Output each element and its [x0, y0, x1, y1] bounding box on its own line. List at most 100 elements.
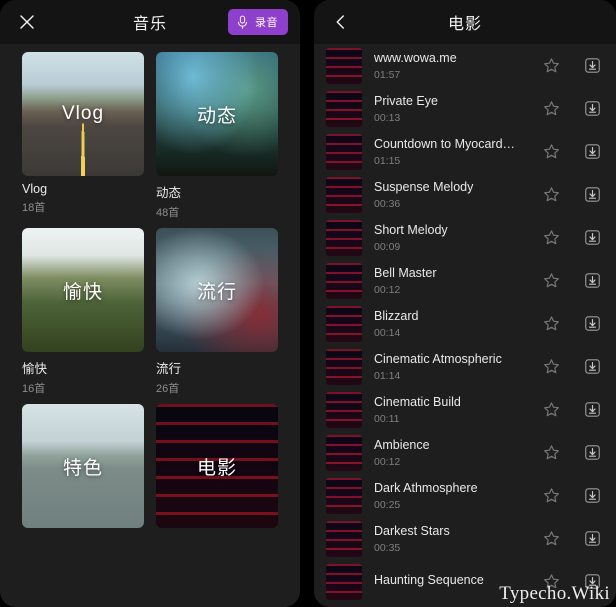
category-card[interactable]: 动态 动态 48首: [156, 52, 278, 220]
download-icon[interactable]: [583, 185, 602, 204]
download-icon[interactable]: [583, 56, 602, 75]
track-meta: Darkest Stars 00:35: [374, 524, 534, 554]
track-actions: [542, 529, 602, 548]
track-row[interactable]: Haunting Sequence: [314, 560, 616, 603]
track-meta: Private Eye 00:13: [374, 94, 534, 124]
category-card[interactable]: 特色: [22, 404, 144, 528]
download-icon[interactable]: [583, 228, 602, 247]
category-overlay-label: 流行: [196, 281, 237, 303]
category-overlay-label: 电影: [196, 457, 237, 479]
track-duration: 01:14: [374, 369, 401, 382]
page-title: 音乐: [132, 16, 167, 33]
track-thumbnail: [326, 219, 362, 256]
star-outline-icon[interactable]: [542, 486, 561, 505]
category-grid: Vlog Vlog 18首 动态 动态 48首 愉快 愉快 16首 流行 流行 …: [0, 44, 300, 536]
track-meta: Bell Master 00:12: [374, 266, 534, 296]
chevron-left-icon: [336, 15, 344, 29]
track-duration: 00:14: [374, 326, 401, 339]
track-row[interactable]: Suspense Melody 00:36: [314, 173, 616, 216]
star-outline-icon[interactable]: [542, 99, 561, 118]
category-count: 18首: [22, 202, 46, 214]
star-outline-icon[interactable]: [542, 142, 561, 161]
track-duration: 00:09: [374, 240, 401, 253]
track-duration: 00:13: [374, 111, 401, 124]
record-button-label: 录音: [255, 17, 278, 29]
track-duration: 00:11: [374, 412, 400, 425]
download-icon[interactable]: [583, 271, 602, 290]
track-thumbnail: [326, 563, 362, 600]
star-outline-icon[interactable]: [542, 400, 561, 419]
microphone-icon: [238, 15, 248, 29]
category-count: 48首: [156, 207, 180, 219]
track-row[interactable]: Blizzard 00:14: [314, 302, 616, 345]
download-icon[interactable]: [583, 314, 602, 333]
category-count: 26首: [156, 383, 180, 395]
track-row[interactable]: Darkest Stars 00:35: [314, 517, 616, 560]
star-outline-icon[interactable]: [542, 529, 561, 548]
download-icon[interactable]: [583, 142, 602, 161]
download-icon[interactable]: [583, 357, 602, 376]
track-row[interactable]: Short Melody 00:09: [314, 216, 616, 259]
download-icon[interactable]: [583, 443, 602, 462]
category-overlay-label: 动态: [196, 105, 237, 127]
track-thumbnail: [326, 391, 362, 428]
category-grid-scroll[interactable]: Vlog Vlog 18首 动态 动态 48首 愉快 愉快 16首 流行 流行 …: [0, 44, 300, 607]
track-duration: 00:25: [374, 498, 401, 511]
star-outline-icon[interactable]: [542, 443, 561, 462]
category-title: 动态: [156, 186, 182, 200]
track-row[interactable]: Ambience 00:12: [314, 431, 616, 474]
track-title: Countdown to Myocard…: [374, 136, 516, 151]
category-card[interactable]: Vlog Vlog 18首: [22, 52, 144, 220]
track-meta: www.wowa.me 01:57: [374, 51, 534, 81]
left-header: 音乐 录音: [0, 0, 300, 44]
track-row[interactable]: Cinematic Atmospheric 01:14: [314, 345, 616, 388]
track-actions: [542, 572, 602, 591]
track-duration: 00:12: [374, 455, 401, 468]
back-button[interactable]: [328, 0, 354, 44]
track-row[interactable]: www.wowa.me 01:57: [314, 44, 616, 87]
category-overlay-label: Vlog: [61, 103, 105, 124]
track-actions: [542, 486, 602, 505]
download-icon[interactable]: [583, 486, 602, 505]
category-card[interactable]: 流行 流行 26首: [156, 228, 278, 396]
category-card[interactable]: 愉快 愉快 16首: [22, 228, 144, 396]
track-actions: [542, 400, 602, 419]
record-button[interactable]: 录音: [228, 9, 288, 35]
category-title: 愉快: [22, 362, 48, 376]
track-row[interactable]: Cinematic Build 00:11: [314, 388, 616, 431]
right-header: 电影: [314, 0, 616, 44]
category-thumbnail: 电影: [156, 404, 278, 528]
track-thumbnail: [326, 176, 362, 213]
track-meta: Suspense Melody 00:36: [374, 180, 534, 210]
track-row[interactable]: Private Eye 00:13: [314, 87, 616, 130]
track-title: www.wowa.me: [374, 50, 457, 65]
track-actions: [542, 228, 602, 247]
track-title: Cinematic Build: [374, 394, 461, 409]
download-icon[interactable]: [583, 529, 602, 548]
track-row[interactable]: Dark Athmosphere 00:25: [314, 474, 616, 517]
close-button[interactable]: [14, 0, 40, 44]
star-outline-icon[interactable]: [542, 185, 561, 204]
track-actions: [542, 443, 602, 462]
download-icon[interactable]: [583, 400, 602, 419]
star-outline-icon[interactable]: [542, 271, 561, 290]
download-icon[interactable]: [583, 572, 602, 591]
track-row[interactable]: Countdown to Myocard… 01:15: [314, 130, 616, 173]
star-outline-icon[interactable]: [542, 228, 561, 247]
track-thumbnail: [326, 434, 362, 471]
track-thumbnail: [326, 90, 362, 127]
star-outline-icon[interactable]: [542, 314, 561, 333]
category-card[interactable]: 电影: [156, 404, 278, 528]
track-list[interactable]: www.wowa.me 01:57 Private Eye 00:13 Coun…: [314, 44, 616, 607]
download-icon[interactable]: [583, 99, 602, 118]
track-meta: Cinematic Build 00:11: [374, 395, 534, 425]
track-title: Darkest Stars: [374, 523, 450, 538]
category-thumbnail: 愉快: [22, 228, 144, 352]
track-row[interactable]: Bell Master 00:12: [314, 259, 616, 302]
star-outline-icon[interactable]: [542, 357, 561, 376]
track-meta: Haunting Sequence: [374, 573, 534, 591]
star-outline-icon[interactable]: [542, 572, 561, 591]
track-actions: [542, 357, 602, 376]
star-outline-icon[interactable]: [542, 56, 561, 75]
category-title: Vlog: [22, 182, 48, 196]
